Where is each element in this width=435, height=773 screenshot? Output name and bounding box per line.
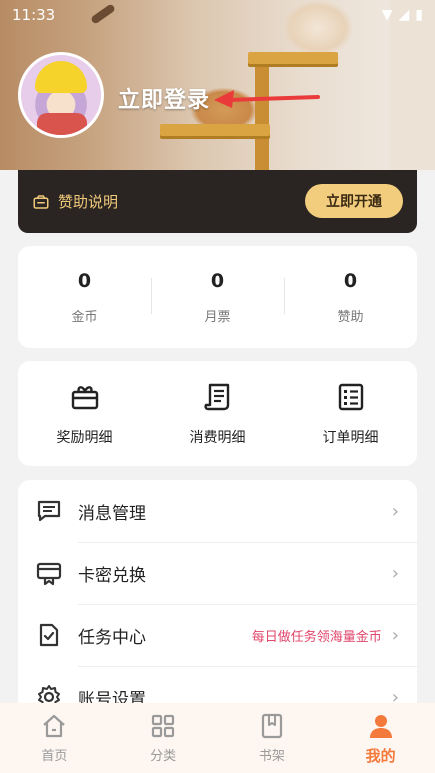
avatar[interactable]: [18, 52, 104, 138]
reward-details-button[interactable]: 奖励明细: [18, 381, 151, 447]
chevron-right-icon: ›: [391, 624, 399, 646]
chevron-right-icon: ›: [391, 500, 399, 522]
tab-label: 首页: [41, 749, 68, 764]
quick-actions-card: 奖励明细 消费明细 订单明细: [18, 361, 417, 466]
sponsor-banner: 赞助说明 立即开通: [18, 170, 417, 233]
stat-label: 金币: [71, 309, 98, 325]
quick-label: 消费明细: [189, 429, 246, 446]
gift-box-icon: [71, 385, 98, 409]
stat-monthly-tickets[interactable]: 0 月票: [151, 270, 284, 325]
battery-icon: ▮: [415, 7, 423, 23]
stat-coins[interactable]: 0 金币: [18, 270, 151, 325]
quick-label: 订单明细: [322, 429, 379, 446]
sponsor-card-icon: [33, 194, 49, 209]
stats-card: 0 金币 0 月票 0 赞助: [18, 246, 417, 348]
sponsor-info-link[interactable]: 赞助说明: [58, 191, 118, 212]
bookshelf-icon: [261, 713, 282, 739]
stat-label: 赞助: [337, 309, 364, 325]
home-icon: [43, 714, 66, 738]
avatar-helmet: [35, 61, 87, 93]
tab-bookshelf[interactable]: 书架: [218, 703, 327, 773]
status-time: 11:33: [12, 6, 56, 24]
task-promo-text: 每日做任务领海量金币: [251, 629, 382, 645]
signal-icon: ◢: [398, 7, 410, 23]
tab-label: 书架: [258, 749, 285, 764]
avatar-body: [37, 113, 87, 135]
order-details-button[interactable]: 订单明细: [284, 381, 417, 447]
login-link[interactable]: 立即登录: [118, 82, 210, 114]
chevron-right-icon: ›: [391, 562, 399, 584]
cat-tree-shelf-top: [248, 52, 338, 64]
status-bar: 11:33 ▼ ◢ ▮: [0, 0, 435, 30]
red-arrow-annotation-icon: [214, 90, 320, 108]
spending-details-button[interactable]: 消费明细: [151, 381, 284, 447]
menu-label: 任务中心: [78, 627, 146, 648]
tab-home[interactable]: 首页: [0, 703, 109, 773]
stat-value: 0: [77, 269, 92, 292]
user-icon: [369, 715, 392, 738]
receipt-icon: [203, 383, 229, 410]
settings-menu-card: 消息管理 › 卡密兑换 › 任务中心 每日做任务领海量金币 › 账号设置 ›: [18, 480, 417, 720]
task-check-icon: [39, 623, 59, 647]
tab-category[interactable]: 分类: [109, 703, 218, 773]
quick-label: 奖励明细: [56, 429, 113, 446]
message-icon: [37, 500, 61, 522]
stat-label: 月票: [204, 309, 231, 325]
category-grid-icon: [152, 714, 175, 738]
tab-label: 分类: [150, 749, 177, 764]
tab-mine[interactable]: 我的: [326, 703, 435, 773]
order-list-icon: [338, 383, 363, 410]
wifi-icon: ▼: [381, 7, 393, 23]
activate-sponsor-button[interactable]: 立即开通: [305, 184, 403, 218]
bottom-tab-bar: 首页 分类 书架 我的: [0, 703, 435, 773]
menu-item-task-center[interactable]: 任务中心 每日做任务领海量金币 ›: [18, 604, 417, 666]
stat-value: 0: [343, 269, 358, 292]
card-redeem-icon: [36, 562, 62, 586]
cat-tree-post: [255, 60, 269, 170]
menu-item-message-management[interactable]: 消息管理 ›: [18, 480, 417, 542]
cat-tree-shelf-middle: [160, 124, 270, 136]
menu-label: 卡密兑换: [78, 565, 146, 586]
stat-value: 0: [210, 269, 225, 292]
menu-label: 消息管理: [78, 503, 146, 524]
tab-label: 我的: [365, 747, 396, 765]
stat-sponsorship[interactable]: 0 赞助: [284, 270, 417, 325]
menu-item-card-redeem[interactable]: 卡密兑换 ›: [18, 542, 417, 604]
